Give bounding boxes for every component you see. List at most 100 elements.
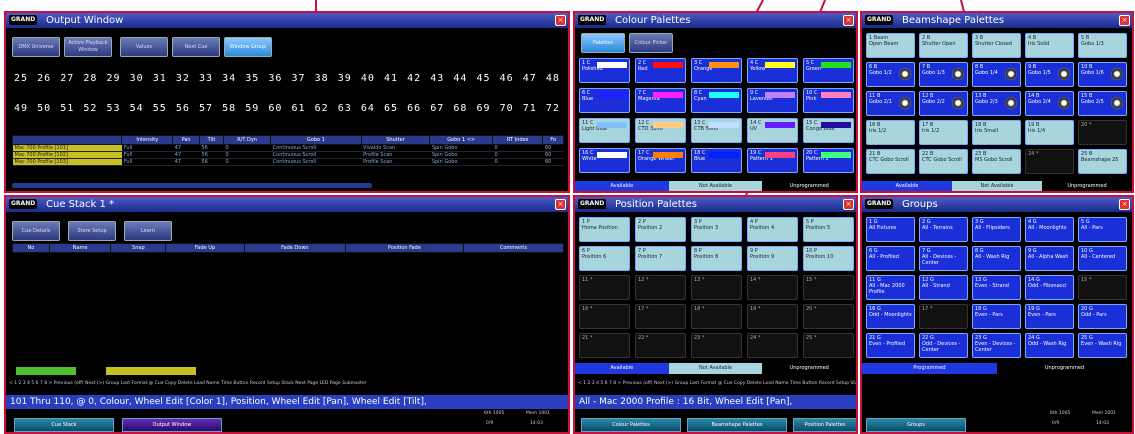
- beamshape-palette-tile[interactable]: 13 B Gobo 2/3: [972, 91, 1021, 116]
- beamshape-palette-tile[interactable]: 3 B Shutter Closed: [972, 33, 1021, 58]
- colour-palette-tile[interactable]: 16 C White: [579, 148, 630, 173]
- position-palette-tile[interactable]: 8 P Position 8: [691, 246, 742, 271]
- group-tile[interactable]: 17 *: [919, 304, 968, 329]
- group-tile[interactable]: 24 G Odd - Wash Rig: [1025, 333, 1074, 358]
- tab-learn[interactable]: Learn: [124, 221, 172, 241]
- position-palette-tile[interactable]: 3 P Position 3: [691, 217, 742, 242]
- position-palette-tile[interactable]: 12 *: [635, 275, 686, 300]
- group-tile[interactable]: 16 G Odd - Moonlights: [866, 304, 915, 329]
- group-tile[interactable]: 4 G All - Moonlights: [1025, 217, 1074, 242]
- group-tile[interactable]: 3 G All - Flipsiders: [972, 217, 1021, 242]
- position-palette-tile[interactable]: 21 *: [579, 333, 630, 358]
- beamshape-palette-tile[interactable]: 4 B Iris Solid: [1025, 33, 1074, 58]
- group-tile[interactable]: 7 G All - Devices - Center: [919, 246, 968, 271]
- beamshape-palette-tile[interactable]: 17 B Iris 1/2: [919, 120, 968, 145]
- position-palette-tile[interactable]: 16 *: [579, 304, 630, 329]
- close-icon[interactable]: ×: [555, 15, 566, 26]
- position-palette-tile[interactable]: 1 P Home Position: [579, 217, 630, 242]
- softkey-line[interactable]: < 1 2 3 4 5 6 7 8 > Previous (off) Next …: [6, 380, 568, 388]
- beamshape-palette-tile[interactable]: 24 *: [1025, 149, 1074, 174]
- colour-palette-tile[interactable]: 6 C Blue: [579, 88, 630, 113]
- group-tile[interactable]: 15 *: [1078, 275, 1127, 300]
- colour-palette-tile[interactable]: 10 C Pink: [803, 88, 854, 113]
- group-tile[interactable]: 8 G All - Wash Rig: [972, 246, 1021, 271]
- position-palette-tile[interactable]: 17 *: [635, 304, 686, 329]
- position-palette-tile[interactable]: 25 *: [803, 333, 854, 358]
- group-tile[interactable]: 21 G Even - Profiled: [866, 333, 915, 358]
- beamshape-palette-tile[interactable]: 5 B Gobo 1/3: [1078, 33, 1127, 58]
- beamshape-palette-tile[interactable]: 9 B Gobo 1/5: [1025, 62, 1074, 87]
- softkey-line[interactable]: < 1 2 3 4 5 6 7 8 > Previous (off) Next …: [575, 380, 856, 388]
- position-palette-tile[interactable]: 6 P Position 6: [579, 246, 630, 271]
- close-icon[interactable]: ×: [1119, 15, 1130, 26]
- group-tile[interactable]: 23 G Even - Devices - Center: [972, 333, 1021, 358]
- colour-palette-tile[interactable]: 9 C Lavender: [747, 88, 798, 113]
- column-header[interactable]: Fade Up: [165, 243, 245, 253]
- position-palette-tile[interactable]: 14 *: [747, 275, 798, 300]
- column-header[interactable]: Gobo 1 <>: [429, 135, 493, 145]
- tab-position-palettes[interactable]: Position Palettes: [793, 418, 856, 432]
- colour-palette-tile[interactable]: 14 C UV: [747, 118, 798, 143]
- colour-palette-tile[interactable]: 8 C Cyan: [691, 88, 742, 113]
- beamshape-palette-tile[interactable]: 7 B Gobo 1/3: [919, 62, 968, 87]
- beamshape-palette-tile[interactable]: 8 B Gobo 1/4: [972, 62, 1021, 87]
- tab-values[interactable]: Values: [120, 37, 168, 57]
- column-header[interactable]: No: [12, 243, 50, 253]
- colour-palette-tile[interactable]: 13 C CTB 5600: [691, 118, 742, 143]
- beamshape-palette-tile[interactable]: 11 B Gobo 2/1: [866, 91, 915, 116]
- tab-cue-details[interactable]: Cue Details: [12, 221, 60, 241]
- column-header[interactable]: Fade Down: [243, 243, 347, 253]
- position-palette-tile[interactable]: 2 P Position 2: [635, 217, 686, 242]
- position-palette-tile[interactable]: 23 *: [691, 333, 742, 358]
- colour-palette-tile[interactable]: 18 C Blue: [691, 148, 742, 173]
- table-row[interactable]: Mac 700 Profile [102] Full 47 56 0 Continuous…: [12, 151, 564, 159]
- group-tile[interactable]: 18 G Even - Pars: [972, 304, 1021, 329]
- beamshape-palette-tile[interactable]: 19 B Iris 1/4: [1025, 120, 1074, 145]
- colour-palette-tile[interactable]: 2 C Red: [635, 58, 686, 83]
- tab-store-setup[interactable]: Store Setup: [68, 221, 116, 241]
- position-palette-tile[interactable]: 9 P Position 9: [747, 246, 798, 271]
- tab-colour-palettes[interactable]: Colour Palettes: [581, 418, 681, 432]
- column-header[interactable]: RT Index: [491, 135, 544, 145]
- position-palette-tile[interactable]: 19 *: [747, 304, 798, 329]
- position-palette-tile[interactable]: 11 *: [579, 275, 630, 300]
- colour-palette-tile[interactable]: 15 C Congo Blue: [803, 118, 854, 143]
- position-palette-tile[interactable]: 10 P Position 10: [803, 246, 854, 271]
- beamshape-palette-tile[interactable]: 23 B MS Gobo Scroll: [972, 149, 1021, 174]
- column-header[interactable]: Snap: [110, 243, 167, 253]
- column-header[interactable]: Gobo 1: [270, 135, 362, 145]
- command-line[interactable]: All - Mac 2000 Profile : 16 Bit, Wheel E…: [575, 395, 856, 409]
- position-palette-tile[interactable]: 22 *: [635, 333, 686, 358]
- table-row[interactable]: Mac 700 Profile [101] Full 47 56 0 Continuous…: [12, 144, 564, 152]
- group-tile[interactable]: 22 G Odd - Devices - Center: [919, 333, 968, 358]
- group-tile[interactable]: 25 G Even - Wash Rig: [1078, 333, 1127, 358]
- beamshape-palette-tile[interactable]: 15 B Gobo 2/5: [1078, 91, 1127, 116]
- close-icon[interactable]: ×: [1119, 199, 1130, 210]
- beamshape-palette-tile[interactable]: 16 B Iris 1/2: [866, 120, 915, 145]
- column-header[interactable]: Shutter: [360, 135, 431, 145]
- colour-palette-tile[interactable]: 12 C CTO 3200: [635, 118, 686, 143]
- beamshape-palette-tile[interactable]: 21 B CTC Gobo Scroll: [866, 149, 915, 174]
- position-palette-tile[interactable]: 24 *: [747, 333, 798, 358]
- beamshape-palette-tile[interactable]: 6 B Gobo 1/2: [866, 62, 915, 87]
- position-palette-tile[interactable]: 20 *: [803, 304, 854, 329]
- colour-palette-tile[interactable]: 4 C Yellow: [747, 58, 798, 83]
- position-palette-tile[interactable]: 4 P Position 4: [747, 217, 798, 242]
- tab-dmx-universe[interactable]: DMX Universe: [12, 37, 60, 57]
- column-header[interactable]: R/T Dyn: [222, 135, 272, 145]
- group-tile[interactable]: 9 G All - Alpha Wash: [1025, 246, 1074, 271]
- colour-palette-tile[interactable]: 7 C Magenta: [635, 88, 686, 113]
- group-tile[interactable]: 6 G All - Profiled: [866, 246, 915, 271]
- beamshape-palette-tile[interactable]: 2 B Shutter Open: [919, 33, 968, 58]
- tab-palettes[interactable]: Palettes: [581, 33, 625, 53]
- column-header[interactable]: Tilt: [198, 135, 225, 145]
- beamshape-palette-tile[interactable]: 1 Beam Open Beam: [866, 33, 915, 58]
- command-line[interactable]: 101 Thru 110, @ 0, Colour, Wheel Edit [C…: [6, 395, 568, 409]
- tab-beamshape-palettes[interactable]: Beamshape Palettes: [687, 418, 787, 432]
- column-header[interactable]: Comments: [462, 243, 565, 253]
- beamshape-palette-tile[interactable]: 25 B Beamshape 25: [1078, 149, 1127, 174]
- tab-next-cue[interactable]: Next Cue: [172, 37, 220, 57]
- tab-colour-picker[interactable]: Colour Picker: [629, 33, 673, 53]
- colour-palette-tile[interactable]: 11 C Light Blue: [579, 118, 630, 143]
- column-header[interactable]: Fo: [542, 135, 564, 145]
